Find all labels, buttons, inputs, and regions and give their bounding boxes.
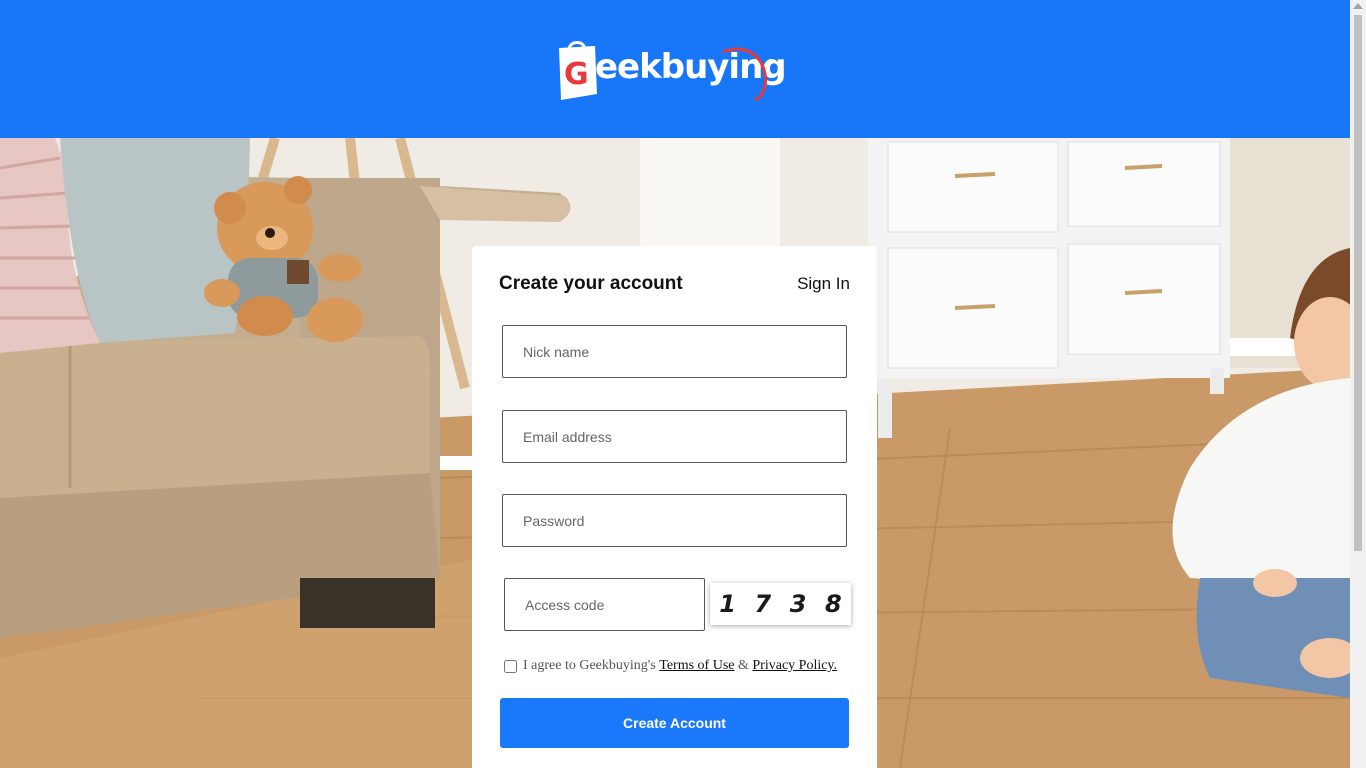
password-input[interactable] bbox=[502, 494, 847, 547]
access-code-input[interactable] bbox=[504, 578, 705, 631]
captcha-digit: 8 bbox=[825, 590, 842, 618]
geekbuying-logo[interactable]: G eekbuying bbox=[557, 36, 797, 104]
terms-of-use-link[interactable]: Terms of Use bbox=[659, 658, 734, 674]
create-account-button[interactable]: Create Account bbox=[500, 698, 849, 748]
captcha-digit: 1 bbox=[719, 590, 736, 618]
shopping-bag-icon: G bbox=[559, 41, 597, 100]
scroll-up-icon[interactable] bbox=[1353, 3, 1363, 9]
create-account-card: Create your account Sign In 1 7 3 8 I ag… bbox=[472, 246, 877, 768]
scrollbar-thumb[interactable] bbox=[1354, 15, 1362, 551]
vertical-scrollbar[interactable] bbox=[1350, 0, 1366, 768]
ampersand: & bbox=[738, 658, 749, 673]
captcha-digit: 7 bbox=[754, 590, 772, 618]
site-header: G eekbuying bbox=[0, 0, 1350, 138]
page: G eekbuying Create your account Sign In … bbox=[0, 0, 1366, 768]
email-input[interactable] bbox=[502, 410, 847, 463]
captcha-image[interactable]: 1 7 3 8 bbox=[710, 583, 851, 625]
agree-text: I agree to Geekbuying's bbox=[523, 658, 656, 673]
svg-text:G: G bbox=[564, 57, 589, 92]
captcha-digit: 3 bbox=[789, 590, 807, 618]
agree-checkbox[interactable] bbox=[504, 659, 517, 673]
nick-name-input[interactable] bbox=[502, 325, 847, 378]
privacy-policy-link[interactable]: Privacy Policy. bbox=[752, 658, 837, 674]
sign-in-link[interactable]: Sign In bbox=[797, 274, 850, 294]
terms-agreement: I agree to Geekbuying's Terms of Use & P… bbox=[502, 658, 837, 674]
logo-swoosh-icon bbox=[722, 47, 767, 102]
form-title: Create your account bbox=[499, 273, 683, 294]
